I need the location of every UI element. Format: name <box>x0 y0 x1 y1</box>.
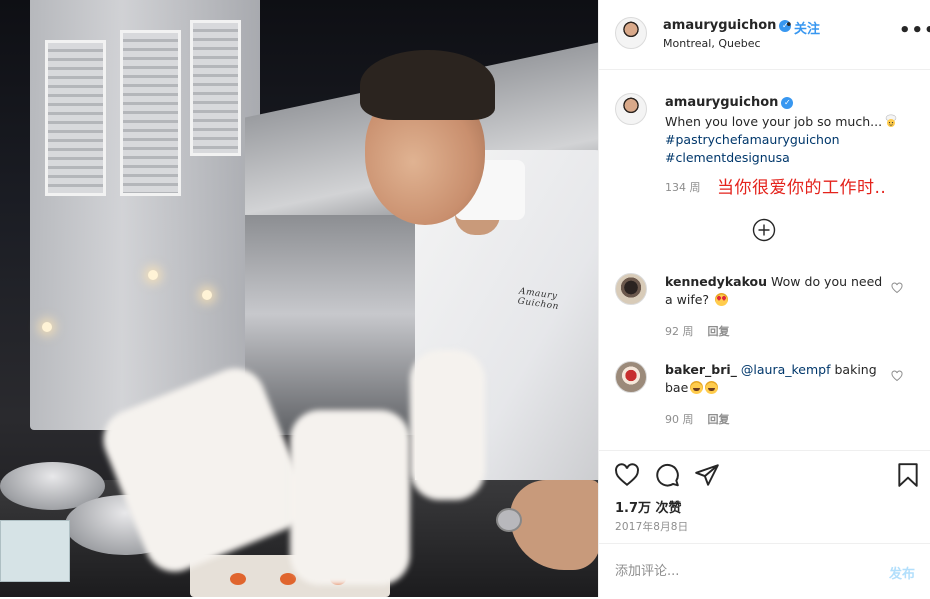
likes-count[interactable]: 1.7万 次赞 <box>615 497 682 516</box>
photo-shutter <box>120 30 181 196</box>
photo-fridge <box>245 215 435 435</box>
laughing-emoji-icon <box>705 381 719 394</box>
bookmark-icon[interactable] <box>895 462 921 488</box>
hashtag-link[interactable]: #clementdesignusa <box>665 149 910 167</box>
comment-body: kennedykakou Wow do you need a wife? <box>665 273 885 309</box>
photo-hair <box>360 50 495 120</box>
photo-light <box>202 290 212 300</box>
post-location[interactable]: Montreal, Quebec <box>663 37 761 50</box>
caption-timestamp: 134 周 <box>665 181 701 194</box>
commenter-avatar[interactable] <box>615 361 647 393</box>
comment-like-heart-icon[interactable] <box>891 370 903 382</box>
laughing-emoji-icon <box>690 381 704 394</box>
more-options-icon[interactable]: ••• <box>899 22 930 40</box>
photo-blur-sheet <box>290 410 410 585</box>
photo-box <box>0 520 70 582</box>
commenter-username[interactable]: baker_bri_ <box>665 362 737 377</box>
photo-tray-item <box>230 573 246 585</box>
comment-input[interactable] <box>615 560 855 582</box>
photo-watch <box>496 508 522 532</box>
author-username[interactable]: amauryguichon ✓ <box>663 18 792 33</box>
reply-button[interactable]: 回复 <box>708 325 730 338</box>
post-comment-button[interactable]: 发布 <box>889 563 915 582</box>
photo-shutter <box>45 40 106 196</box>
photo-blur-sheet <box>410 350 485 500</box>
comment-meta: 90 周 回复 <box>665 411 730 427</box>
photo-shutter <box>190 20 241 156</box>
plus-circle-icon[interactable] <box>752 218 776 242</box>
commenter-avatar[interactable] <box>615 273 647 305</box>
comment-timestamp: 92 周 <box>665 325 694 338</box>
caption-avatar[interactable] <box>615 93 647 125</box>
share-icon[interactable] <box>694 462 720 488</box>
follow-button[interactable]: 关注 <box>794 18 820 37</box>
post-header: amauryguichon✓ • 关注 Montreal, Quebec ••• <box>599 0 930 70</box>
photo-light <box>42 322 52 332</box>
author-avatar[interactable] <box>615 17 647 49</box>
post-actions: 1.7万 次赞 2017年8月8日 发布 <box>599 450 930 598</box>
caption-message: When you love your job so much... <box>665 114 883 129</box>
mention-link[interactable]: @laura_kempf <box>741 362 831 377</box>
reply-button[interactable]: 回复 <box>708 413 730 426</box>
heart-icon[interactable] <box>614 462 640 488</box>
comment-icon[interactable] <box>654 462 680 488</box>
comment-like-heart-icon[interactable] <box>891 282 903 294</box>
heart-eyes-emoji-icon <box>715 293 729 306</box>
comment-meta: 92 周 回复 <box>665 323 730 339</box>
header-separator: • <box>785 18 793 33</box>
post-photo[interactable]: Amaury Guichon <box>0 0 598 597</box>
add-comment-bar: 发布 <box>599 543 930 599</box>
comment-timestamp: 90 周 <box>665 413 694 426</box>
caption-username[interactable]: amauryguichon ✓ <box>665 95 794 110</box>
photo-light <box>148 270 158 280</box>
post-side-panel: amauryguichon✓ • 关注 Montreal, Quebec •••… <box>598 0 930 597</box>
commenter-username[interactable]: kennedykakou <box>665 274 767 289</box>
verified-badge-icon: ✓ <box>781 97 794 109</box>
photo-tray-item <box>280 573 296 585</box>
translation-overlay: 当你很爱你的工作时.. <box>717 178 887 198</box>
comment-body: baker_bri_ @laura_kempf baking bae <box>665 361 885 397</box>
caption-text: When you love your job so much... #pastr… <box>665 113 910 167</box>
caption-username-text[interactable]: amauryguichon <box>665 95 778 110</box>
hashtag-link[interactable]: #pastrychefamauryguichon <box>665 131 910 149</box>
author-username-text[interactable]: amauryguichon <box>663 18 776 33</box>
post-date: 2017年8月8日 <box>615 521 689 533</box>
cook-emoji-icon <box>885 114 897 127</box>
